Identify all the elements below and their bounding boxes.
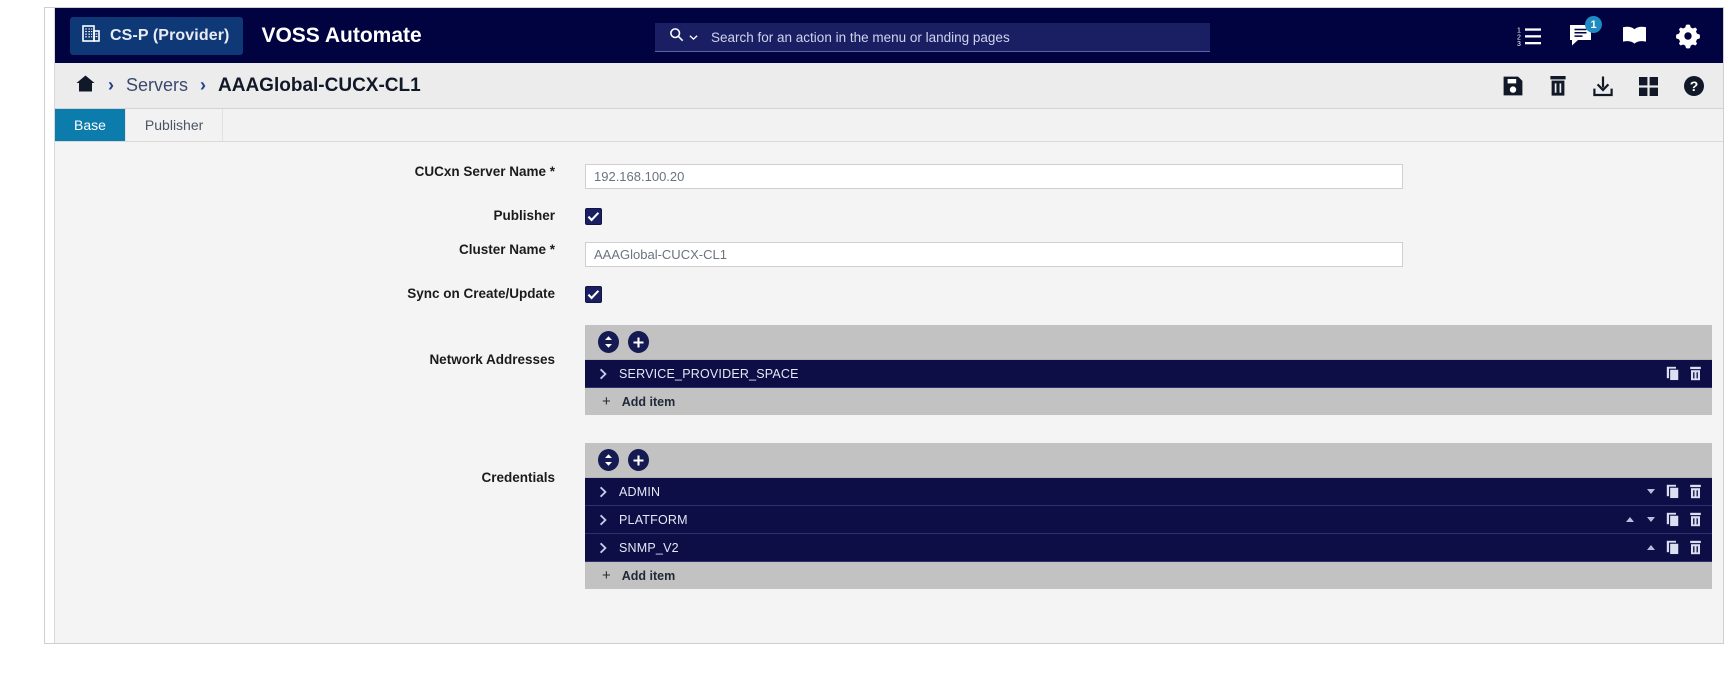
screenshot-root: CS-P (Provider) VOSS Automate Search for… [0, 0, 1732, 697]
message-badge: 1 [1585, 16, 1602, 33]
label-sync-on-create-update: Sync on Create/Update [407, 286, 555, 301]
list-item[interactable]: SNMP_V2 [585, 534, 1712, 562]
save-icon[interactable] [1502, 75, 1524, 97]
svg-text:1: 1 [1517, 27, 1521, 34]
brand-title: VOSS Automate [261, 23, 422, 47]
breadcrumb: › Servers › AAAGlobal-CUCX-CL1 [55, 74, 421, 98]
label-cluster-name: Cluster Name * [458, 242, 555, 257]
move-up-icon[interactable] [1645, 544, 1657, 551]
copy-icon[interactable] [1666, 484, 1680, 500]
trash-icon[interactable] [1689, 484, 1702, 499]
trash-icon[interactable] [1689, 512, 1702, 527]
header-left-group: CS-P (Provider) VOSS Automate [45, 16, 422, 55]
tab-bar: Base Publisher [55, 109, 1723, 142]
input-cluster-name[interactable] [585, 242, 1403, 267]
app-header: CS-P (Provider) VOSS Automate Search for… [45, 8, 1723, 63]
left-gutter [45, 8, 55, 643]
plus-circle-icon[interactable] [628, 331, 649, 353]
breadcrumb-item-servers[interactable]: Servers [126, 75, 188, 96]
global-search[interactable] [655, 23, 1210, 52]
chevron-right-icon[interactable] [599, 514, 608, 526]
group-header-network-addresses [585, 325, 1712, 360]
move-up-icon[interactable] [1624, 516, 1636, 523]
copy-icon[interactable] [1666, 366, 1680, 382]
field-row-cucxn-server-name: CUCxn Server Name * [55, 164, 1723, 189]
list-item-label: ADMIN [619, 484, 661, 499]
add-item-credentials[interactable]: + Add item [585, 562, 1712, 589]
tab-publisher[interactable]: Publisher [125, 109, 224, 141]
breadcrumb-bar: › Servers › AAAGlobal-CUCX-CL1 ? [55, 63, 1723, 109]
list-item-label: PLATFORM [619, 512, 688, 527]
list-item-label: SERVICE_PROVIDER_SPACE [619, 366, 799, 381]
add-item-label: Add item [621, 568, 676, 583]
label-cucxn-server-name: CUCxn Server Name * [414, 164, 555, 179]
copy-icon[interactable] [1666, 512, 1680, 528]
book-icon[interactable] [1621, 25, 1648, 46]
message-icon[interactable]: 1 [1569, 16, 1602, 47]
chevron-down-icon[interactable] [689, 28, 698, 46]
tab-base[interactable]: Base [55, 109, 126, 141]
plus-icon: + [602, 567, 611, 584]
sort-updown-icon[interactable] [598, 449, 619, 471]
row-actions [1645, 540, 1702, 556]
context-badge-label: CS-P (Provider) [110, 26, 230, 44]
row-actions [1666, 366, 1702, 382]
field-row-cluster-name: Cluster Name * [55, 242, 1723, 267]
breadcrumb-item-current: AAAGlobal-CUCX-CL1 [218, 74, 421, 96]
numbered-list-icon[interactable]: 1 2 3 [1517, 25, 1542, 48]
breadcrumb-toolbar: ? [1502, 63, 1705, 109]
breadcrumb-separator-2: › [200, 75, 207, 95]
copy-icon[interactable] [1666, 540, 1680, 556]
plus-circle-icon[interactable] [628, 449, 649, 471]
home-icon[interactable] [75, 74, 96, 98]
svg-text:3: 3 [1517, 41, 1521, 47]
chevron-right-icon[interactable] [599, 486, 608, 498]
header-icon-group: 1 2 3 1 [1517, 8, 1701, 63]
row-actions [1645, 484, 1702, 500]
group-header-credentials [585, 443, 1712, 478]
grid-icon[interactable] [1638, 76, 1659, 97]
search-icon-group[interactable] [655, 27, 709, 47]
group-credentials: ADMIN PLATFORM SNMP_V2 + Add item [585, 443, 1712, 589]
field-row-publisher: Publisher [55, 208, 1723, 225]
delete-icon[interactable] [1548, 75, 1568, 97]
breadcrumb-separator-1: › [108, 75, 114, 95]
download-icon[interactable] [1592, 75, 1614, 97]
field-row-sync-on-create-update: Sync on Create/Update [55, 286, 1723, 303]
label-credentials: Credentials [481, 470, 555, 485]
input-cucxn-server-name[interactable] [585, 164, 1403, 189]
add-item-network-addresses[interactable]: + Add item [585, 388, 1712, 415]
field-row-network-addresses: Network Addresses SERVICE_PROVIDER_SPACE… [55, 325, 1723, 415]
list-item[interactable]: SERVICE_PROVIDER_SPACE [585, 360, 1712, 388]
plus-icon: + [602, 393, 611, 410]
label-publisher: Publisher [493, 208, 555, 223]
context-badge[interactable]: CS-P (Provider) [70, 16, 244, 55]
trash-icon[interactable] [1689, 366, 1702, 381]
sort-updown-icon[interactable] [598, 331, 619, 353]
search-icon [669, 27, 684, 47]
building-icon [82, 24, 101, 48]
move-down-icon[interactable] [1645, 488, 1657, 495]
field-row-credentials: Credentials ADMIN PLATFORM SNMP_V2 + Add… [55, 443, 1723, 589]
group-network-addresses: SERVICE_PROVIDER_SPACE + Add item [585, 325, 1712, 415]
row-actions [1624, 512, 1702, 528]
checkbox-sync-on-create-update[interactable] [585, 286, 602, 303]
svg-text:?: ? [1690, 78, 1699, 94]
checkbox-publisher[interactable] [585, 208, 602, 225]
gear-icon[interactable] [1675, 23, 1701, 49]
search-input[interactable] [709, 23, 1210, 51]
chevron-right-icon[interactable] [599, 368, 608, 380]
trash-icon[interactable] [1689, 540, 1702, 555]
app-window: CS-P (Provider) VOSS Automate Search for… [44, 7, 1724, 644]
label-network-addresses: Network Addresses [429, 352, 555, 367]
form-body: CUCxn Server Name * Publisher [55, 142, 1723, 643]
add-item-label: Add item [621, 394, 676, 409]
list-item[interactable]: ADMIN [585, 478, 1712, 506]
list-item[interactable]: PLATFORM [585, 506, 1712, 534]
move-down-icon[interactable] [1645, 516, 1657, 523]
help-icon[interactable]: ? [1683, 75, 1705, 97]
list-item-label: SNMP_V2 [619, 540, 679, 555]
chevron-right-icon[interactable] [599, 542, 608, 554]
